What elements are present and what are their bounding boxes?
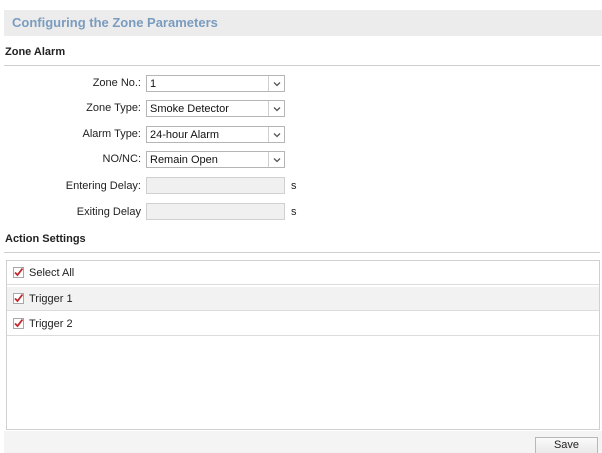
exiting-delay-unit: s xyxy=(291,206,297,218)
no-nc-label: NO/NC: xyxy=(102,153,142,165)
zone-no-select[interactable]: 1 xyxy=(146,75,285,92)
check-icon[interactable] xyxy=(13,267,24,278)
action-list: Select All Trigger 1 Trigger 2 xyxy=(6,260,600,430)
zone-no-label: Zone No.: xyxy=(92,77,141,89)
no-nc-value: Remain Open xyxy=(150,154,218,166)
chevron-down-icon[interactable] xyxy=(268,127,284,142)
select-all-label: Select All xyxy=(29,267,75,279)
trigger-1-label: Trigger 1 xyxy=(29,293,73,305)
list-item[interactable]: Trigger 1 xyxy=(7,287,599,311)
title-bar: Configuring the Zone Parameters xyxy=(4,10,602,36)
list-item[interactable]: Trigger 2 xyxy=(7,312,599,336)
check-icon[interactable] xyxy=(13,318,24,329)
zone-type-value: Smoke Detector xyxy=(150,103,229,115)
save-button[interactable]: Save xyxy=(535,437,598,453)
alarm-type-select[interactable]: 24-hour Alarm xyxy=(146,126,285,143)
zone-alarm-divider xyxy=(4,65,600,66)
zone-type-label: Zone Type: xyxy=(86,102,141,114)
exiting-delay-label: Exiting Delay xyxy=(76,206,141,218)
zone-type-select[interactable]: Smoke Detector xyxy=(146,100,285,117)
exiting-delay-input[interactable] xyxy=(146,203,285,220)
page-title: Configuring the Zone Parameters xyxy=(12,15,218,30)
alarm-type-value: 24-hour Alarm xyxy=(150,129,220,141)
chevron-down-icon[interactable] xyxy=(268,101,284,116)
check-icon[interactable] xyxy=(13,293,24,304)
zone-no-value: 1 xyxy=(150,78,157,90)
alarm-type-label: Alarm Type: xyxy=(82,128,142,140)
select-all-row[interactable]: Select All xyxy=(7,261,599,285)
zone-alarm-header: Zone Alarm xyxy=(5,46,66,58)
action-settings-divider xyxy=(4,252,600,253)
chevron-down-icon[interactable] xyxy=(268,152,284,167)
entering-delay-unit: s xyxy=(291,180,297,192)
chevron-down-icon[interactable] xyxy=(268,76,284,91)
trigger-2-label: Trigger 2 xyxy=(29,318,73,330)
no-nc-select[interactable]: Remain Open xyxy=(146,151,285,168)
footer-bar xyxy=(4,431,602,453)
entering-delay-label: Entering Delay: xyxy=(65,180,141,192)
action-settings-header: Action Settings xyxy=(5,233,86,245)
entering-delay-input[interactable] xyxy=(146,177,285,194)
